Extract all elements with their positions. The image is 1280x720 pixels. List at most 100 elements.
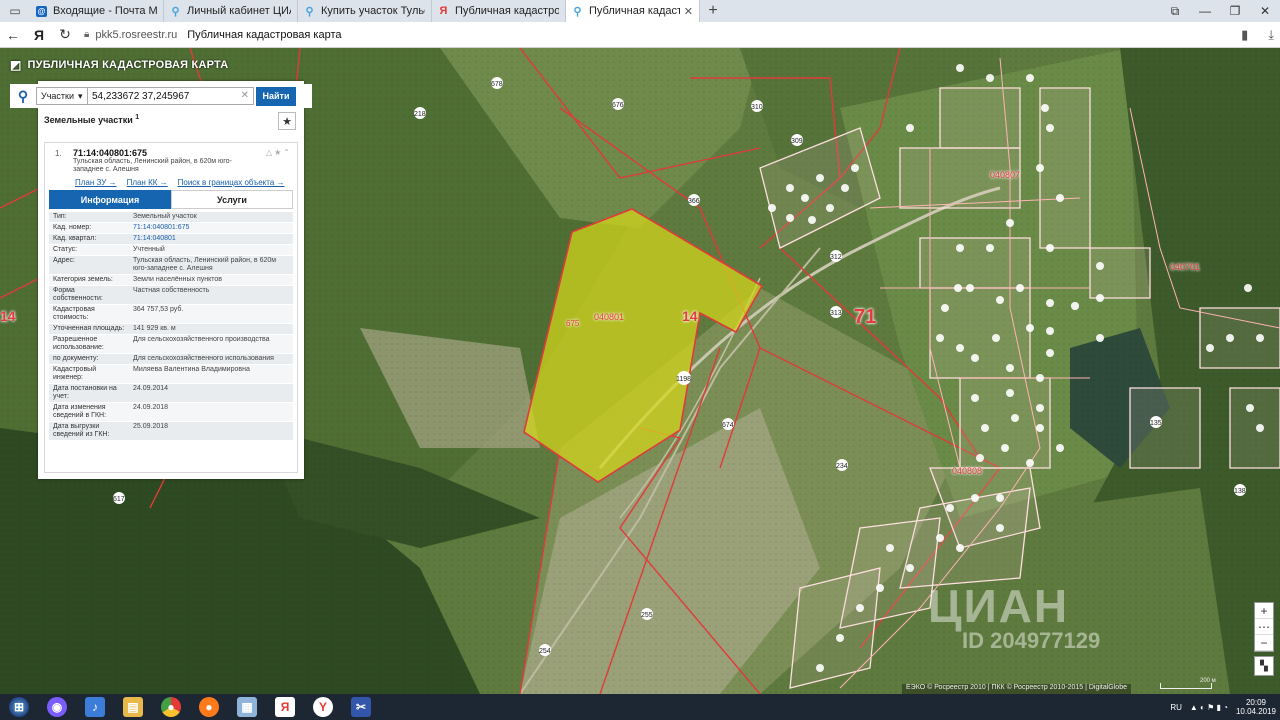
tab-list-icon[interactable]: ▭ <box>0 0 30 22</box>
info-value: Земли населённых пунктов <box>133 276 223 283</box>
folder-icon[interactable]: ▤ <box>114 694 152 720</box>
info-row: Кадастровая стоимость: 364 757,53 руб. <box>49 305 293 324</box>
svg-text:218: 218 <box>414 111 426 118</box>
tab-info[interactable]: Информация <box>49 190 171 209</box>
tab-label: Публичная кадастровая <box>589 5 680 17</box>
info-value: 24.09.2018 <box>133 404 169 411</box>
download-icon[interactable]: ⤓ <box>1268 27 1274 43</box>
start-button[interactable]: ⊞ <box>0 694 38 720</box>
reload-icon[interactable]: ↻ <box>52 22 78 48</box>
svg-text:135: 135 <box>1150 420 1162 427</box>
svg-text:1198: 1198 <box>676 376 691 383</box>
search-input-value: 54,233672 37,245967 <box>92 90 190 102</box>
tab-pkk-yandex[interactable]: Я Публичная кадастровая ка <box>432 0 566 22</box>
tray-icons[interactable]: ▲ ◐ ⚑ ▮ ◔ <box>1190 703 1228 712</box>
firefox-icon[interactable]: ● <box>190 694 228 720</box>
info-value: 364 757,53 руб. <box>133 306 184 313</box>
info-table: Тип: Земельный участок Кад. номер: 71:14:04… <box>49 212 293 441</box>
close-tab-icon[interactable]: ✕ <box>684 5 693 18</box>
pin-icon: ⚲ <box>305 5 314 18</box>
info-row: Кад. номер: 71:14:040801:675 <box>49 223 293 234</box>
address-bar: ← Я ↻ 🔒︎ pkk5.rosreestr.ru Публичная кад… <box>0 22 1280 48</box>
snipping-tool-icon[interactable]: ✂ <box>342 694 380 720</box>
rosreestr-logo-icon: ◩ <box>10 58 22 72</box>
search-type-select[interactable]: Участки ▾ <box>36 87 88 105</box>
svg-text:312: 312 <box>830 254 842 261</box>
info-key: Уточненная площадь: <box>53 325 125 332</box>
calculator-icon[interactable]: ▦ <box>228 694 266 720</box>
pin-icon: ⚲ <box>171 5 180 18</box>
maximize-icon[interactable]: ❐ <box>1220 0 1250 22</box>
card-address: Тульская область, Ленинский район, в 620… <box>73 158 232 173</box>
district-label: 14 <box>682 308 698 324</box>
info-key: Категория земель: <box>53 276 113 283</box>
district-label-left: 14 <box>0 308 16 324</box>
clock[interactable]: 20:09 10.04.2019 <box>1236 698 1276 716</box>
clock-time: 20:09 <box>1245 698 1266 707</box>
info-value[interactable]: 71:14:040801 <box>129 234 293 244</box>
info-value: Для сельскохозяйственного производства <box>133 336 270 343</box>
app-header: ◩ ПУБЛИЧНАЯ КАДАСТРОВАЯ КАРТА <box>10 58 228 72</box>
plan-kk-link[interactable]: План КК → <box>127 178 168 187</box>
search-icon[interactable]: ⚲ <box>10 84 36 108</box>
watermark-id: ID 204977129 <box>962 628 1101 653</box>
language-indicator[interactable]: RU <box>1170 703 1182 712</box>
search-in-bounds-link[interactable]: Поиск в границах объекта → <box>178 178 285 187</box>
bookmark-icon[interactable]: ▮ <box>1241 27 1248 43</box>
speaker-app-icon[interactable]: ♪ <box>76 694 114 720</box>
svg-text:676: 676 <box>612 102 624 109</box>
info-row: Дата изменения сведений в ГКН: 24.09.2018 <box>49 403 293 422</box>
info-row: Тип: Земельный участок <box>49 212 293 223</box>
clear-icon[interactable]: ✕ <box>241 90 249 101</box>
card-cadastral-id[interactable]: 71:14:040801:675 <box>73 148 147 158</box>
svg-text:678: 678 <box>491 81 503 88</box>
close-window-icon[interactable]: ✕ <box>1250 0 1280 22</box>
yandex-home-button[interactable]: Я <box>26 22 52 48</box>
info-key: Кад. квартал: <box>53 235 97 242</box>
info-row: Кадастровый инженер: Миляева Валентина Вл… <box>49 365 293 384</box>
card-action-icons[interactable]: △★⌃ <box>266 148 292 157</box>
info-row: Адрес: Тульская область, Ленинский район,… <box>49 256 293 275</box>
svg-text:674: 674 <box>722 422 734 429</box>
parcel-number-label: 675 <box>566 319 580 328</box>
url-page-title[interactable]: Публичная кадастровая карта <box>187 29 341 41</box>
alice-icon[interactable]: ◉ <box>38 694 76 720</box>
ruler-icon[interactable]: ▚ <box>1254 656 1274 676</box>
zoom-out-button[interactable]: − <box>1255 635 1273 651</box>
svg-text:234: 234 <box>836 463 848 470</box>
new-tab-button[interactable]: + <box>700 0 726 22</box>
window-controls: ⧉ — ❐ ✕ <box>1160 0 1280 22</box>
search-input[interactable]: 54,233672 37,245967 ✕ <box>88 87 254 105</box>
parcel-card: 1. 71:14:040801:675 △★⌃ Тульская область… <box>44 142 298 473</box>
back-icon[interactable]: ← <box>0 22 26 48</box>
favorite-star-button[interactable]: ★ <box>278 112 296 130</box>
tab-mail[interactable]: @ Входящие - Почта Mail.Ru <box>30 0 164 22</box>
quarter-label-2: 040701 <box>1170 262 1201 272</box>
info-key: по документу: <box>53 355 99 362</box>
tab-pkk-active[interactable]: ⚲ Публичная кадастровая ✕ <box>566 0 700 22</box>
info-value: Для сельскохозяйственного использования <box>133 355 274 362</box>
info-key: Разрешенное использование: <box>53 336 104 351</box>
zoom-dots-icon: ⋯ <box>1255 619 1273 635</box>
svg-text:254: 254 <box>539 648 551 655</box>
yandex-app-icon[interactable]: Я <box>266 694 304 720</box>
tab-label: Купить участок Тульская о <box>321 5 425 17</box>
chrome-icon[interactable]: ● <box>152 694 190 720</box>
browser-tab-bar: ▭ @ Входящие - Почта Mail.Ru ⚲ Личный ка… <box>0 0 1280 22</box>
svg-text:138: 138 <box>1234 488 1246 495</box>
info-row: Уточненная площадь: 141 929 кв. м <box>49 324 293 335</box>
search-button[interactable]: Найти <box>256 86 296 106</box>
tab-buy-plot[interactable]: ⚲ Купить участок Тульская о <box>298 0 432 22</box>
zoom-in-button[interactable]: + <box>1255 603 1273 619</box>
yandex-browser-icon[interactable]: Y <box>304 694 342 720</box>
plan-zu-link[interactable]: План ЗУ → <box>75 178 117 187</box>
tab-services[interactable]: Услуги <box>171 190 293 209</box>
url-host[interactable]: pkk5.rosreestr.ru <box>95 29 177 41</box>
info-row: Разрешенное использование: Для сельскохоз… <box>49 335 293 354</box>
tab-cian-cabinet[interactable]: ⚲ Личный кабинет ЦИАН <box>164 0 298 22</box>
info-value[interactable]: 71:14:040801:675 <box>129 223 293 233</box>
taskbar: ⊞ ◉ ♪ ▤ ● ● ▦ Я Y ✂ RU ▲ ◐ ⚑ ▮ ◔ 20:09 1… <box>0 694 1280 720</box>
minimize-icon[interactable]: — <box>1190 0 1220 22</box>
bookmarks-icon[interactable]: ⧉ <box>1160 0 1190 22</box>
info-key: Кадастровый инженер: <box>53 366 97 381</box>
